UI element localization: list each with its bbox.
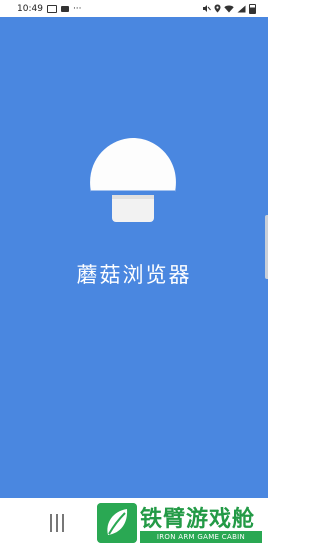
mute-icon <box>203 5 211 12</box>
location-icon <box>214 4 221 13</box>
clock: 10:49 <box>17 3 43 14</box>
battery-icon <box>249 3 256 14</box>
overflow-icon: ··· <box>72 3 82 14</box>
edge-panel-handle[interactable] <box>265 215 268 279</box>
status-bar-left: 10:49 ··· <box>0 4 82 14</box>
watermark-subtitle: IRON ARM GAME CABIN <box>140 531 262 543</box>
status-bar: 10:49 ··· <box>0 0 268 17</box>
app-name: 蘑菇浏览器 <box>76 263 192 287</box>
signal-icon <box>237 5 246 12</box>
splash-screen: 蘑菇浏览器 <box>0 17 268 498</box>
watermark-title: 铁臂游戏舱 <box>140 507 256 532</box>
status-bar-right <box>202 3 268 14</box>
leaf-logo-icon <box>97 503 137 543</box>
keyboard-icon <box>60 5 69 12</box>
watermark: 铁臂游戏舱 IRON ARM GAME CABIN <box>67 498 268 550</box>
recent-apps-icon[interactable] <box>50 514 64 532</box>
wifi-icon <box>224 5 234 12</box>
mushroom-icon <box>90 138 176 222</box>
image-icon <box>46 4 57 13</box>
